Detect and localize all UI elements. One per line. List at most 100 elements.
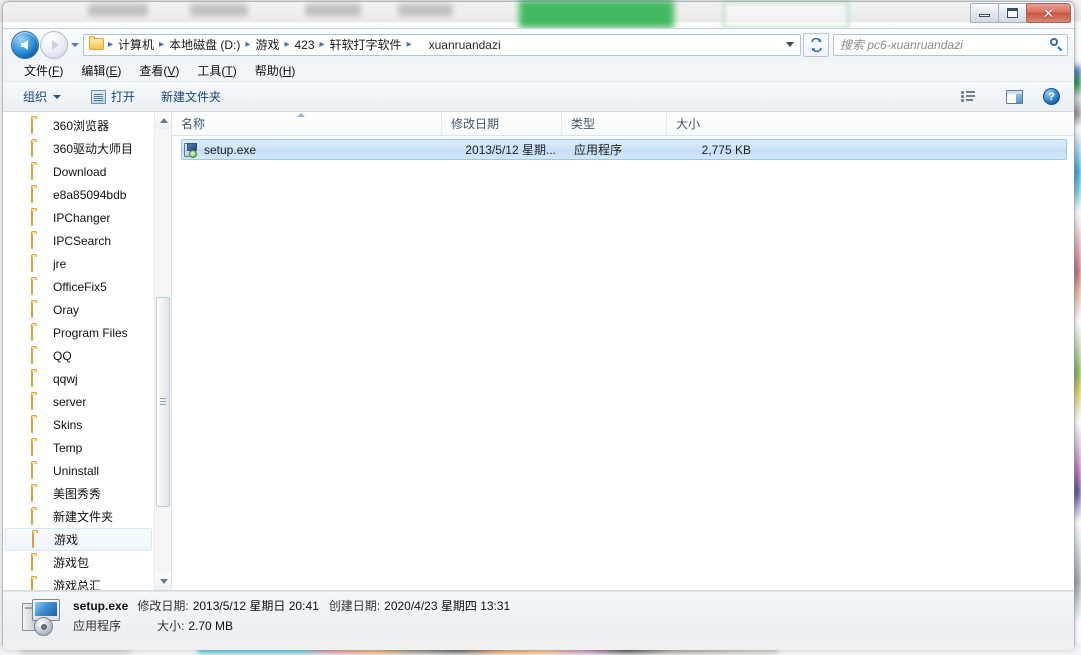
tree-item[interactable]: Program Files [3, 321, 154, 344]
preview-pane-button[interactable] [1002, 87, 1027, 107]
application-icon [21, 597, 63, 636]
column-header-name[interactable]: 名称 [172, 112, 442, 136]
breadcrumb-item-5[interactable]: xuanruandazi [413, 36, 505, 54]
folder-icon [31, 141, 47, 157]
search-placeholder: 搜索 pc6-xuanruandazi [840, 38, 963, 52]
folder-icon [31, 233, 47, 249]
nav-pane-scrollbar[interactable] [154, 112, 171, 590]
main-content: 360浏览器 360驱动大师目 Download e8a85094bdb IPChang… [3, 112, 1074, 591]
change-view-button[interactable] [957, 87, 988, 106]
menu-tools[interactable]: 工具(T) [188, 60, 245, 82]
tree-item-label: IPCSearch [53, 233, 112, 248]
folder-icon [31, 256, 47, 272]
table-row[interactable]: setup.exe 2013/5/12 星期... 应用程序 2,775 KB [181, 139, 1067, 160]
organize-label: 组织 [23, 90, 48, 104]
scroll-down-button[interactable] [155, 573, 171, 590]
tree-item[interactable]: 新建文件夹 [3, 505, 154, 528]
scroll-up-button[interactable] [155, 112, 171, 129]
breadcrumb-item-3[interactable]: 423 [290, 36, 318, 54]
menu-bar: 文件(F) 编辑(E) 查看(V) 工具(T) 帮助(H) [3, 60, 1074, 82]
breadcrumb-item-4[interactable]: 轩软打字软件 [326, 34, 406, 55]
tree-item[interactable]: Oray [3, 298, 154, 321]
tree-item[interactable]: QQ [3, 344, 154, 367]
column-header-size[interactable]: 大小 [667, 112, 757, 136]
chevron-up-icon [159, 118, 168, 123]
executable-icon [183, 142, 199, 158]
forward-arrow-icon [51, 39, 59, 50]
new-folder-label: 新建文件夹 [161, 90, 222, 104]
tree-item[interactable]: 游戏 [5, 528, 152, 551]
breadcrumb-item-2[interactable]: 游戏 [251, 34, 283, 55]
folder-icon [31, 555, 47, 571]
column-headers: 名称 修改日期 类型 大小 [172, 112, 1074, 136]
search-input[interactable]: 搜索 pc6-xuanruandazi [833, 33, 1068, 56]
tree-item[interactable]: Skins [3, 413, 154, 436]
chevron-down-icon [70, 42, 79, 47]
minimize-button[interactable] [970, 3, 999, 23]
help-button[interactable]: ? [1039, 85, 1064, 108]
breadcrumb-separator: ▸ [319, 39, 325, 50]
file-date-cell: 2013/5/12 星期... [465, 143, 556, 157]
tree-item[interactable]: 360浏览器 [3, 114, 154, 137]
back-button[interactable] [11, 30, 39, 59]
tree-item[interactable]: 美图秀秀 [3, 482, 154, 505]
details-row-2: 应用程序 大小: 2.70 MB [73, 617, 510, 634]
navigation-pane: 360浏览器 360驱动大师目 Download e8a85094bdb IPChang… [3, 112, 172, 590]
window-controls: ✕ [970, 3, 1071, 25]
tree-item[interactable]: 游戏包 [3, 551, 154, 574]
tree-item-label: Temp [53, 440, 83, 455]
folder-icon [31, 118, 47, 134]
tree-item[interactable]: IPChanger [3, 206, 154, 229]
organize-button[interactable]: 组织 [15, 85, 69, 108]
menu-file[interactable]: 文件(F) [15, 60, 72, 82]
file-rows: setup.exe 2013/5/12 星期... 应用程序 2,775 KB [172, 136, 1074, 160]
tree-item[interactable]: Temp [3, 436, 154, 459]
scrollbar-thumb[interactable] [156, 297, 170, 507]
tree-item[interactable]: Download [3, 160, 154, 183]
tree-item[interactable]: 360驱动大师目 [3, 137, 154, 160]
address-bar[interactable]: ▸ 计算机 ▸ 本地磁盘 (D:) ▸ 游戏 ▸ 423 ▸ 轩软打字软件 ▸ … [83, 33, 801, 56]
column-header-size-label: 大小 [676, 117, 701, 131]
details-pane: setup.exe 修改日期: 2013/5/12 星期日 20:41 创建日期… [3, 591, 1074, 639]
breadcrumb-item-0[interactable]: 计算机 [114, 34, 158, 55]
address-dropdown-button[interactable] [782, 42, 798, 47]
column-header-type[interactable]: 类型 [562, 112, 667, 136]
new-folder-button[interactable]: 新建文件夹 [153, 85, 229, 108]
menu-view[interactable]: 查看(V) [130, 60, 188, 82]
tree-item[interactable]: IPCSearch [3, 229, 154, 252]
folder-tree: 360浏览器 360驱动大师目 Download e8a85094bdb IPChang… [3, 112, 154, 590]
open-label: 打开 [111, 90, 136, 104]
menu-edit[interactable]: 编辑(E) [72, 60, 130, 82]
details-size-value: 2.70 MB [188, 619, 234, 633]
folder-icon [31, 348, 47, 364]
menu-help[interactable]: 帮助(H) [246, 60, 305, 82]
breadcrumb-separator: ▸ [245, 39, 251, 50]
details-row-1: setup.exe 修改日期: 2013/5/12 星期日 20:41 创建日期… [73, 597, 510, 614]
folder-icon [31, 509, 47, 525]
recent-pages-button[interactable] [68, 32, 81, 58]
maximize-button[interactable] [998, 3, 1027, 23]
close-button[interactable]: ✕ [1026, 3, 1071, 23]
breadcrumb: ▸ 计算机 ▸ 本地磁盘 (D:) ▸ 游戏 ▸ 423 ▸ 轩软打字软件 ▸ … [107, 34, 782, 55]
window-title-bar: ✕ [3, 2, 1074, 28]
forward-button[interactable] [40, 30, 68, 59]
file-list-pane: 名称 修改日期 类型 大小 setup.exe 2013/5/12 星期... 应用… [172, 112, 1074, 590]
refresh-icon [810, 37, 822, 52]
help-icon: ? [1043, 88, 1060, 105]
column-header-date[interactable]: 修改日期 [442, 112, 562, 136]
tree-item-label: 游戏 [54, 533, 79, 547]
open-button[interactable]: 打开 [83, 85, 143, 108]
tree-item[interactable]: e8a85094bdb [3, 183, 154, 206]
tree-item-label: 360驱动大师目 [53, 142, 134, 156]
tree-item[interactable]: OfficeFix5 [3, 275, 154, 298]
tree-item-label: server [53, 394, 87, 409]
refresh-button[interactable] [803, 32, 829, 57]
tree-item[interactable]: Uninstall [3, 459, 154, 482]
tree-item[interactable]: jre [3, 252, 154, 275]
tree-item[interactable]: 游戏总汇 [3, 574, 154, 590]
tree-item-label: Oray [53, 302, 80, 317]
tree-item[interactable]: qqwj [3, 367, 154, 390]
breadcrumb-item-1[interactable]: 本地磁盘 (D:) [165, 34, 244, 55]
folder-icon [31, 440, 47, 456]
tree-item[interactable]: server [3, 390, 154, 413]
